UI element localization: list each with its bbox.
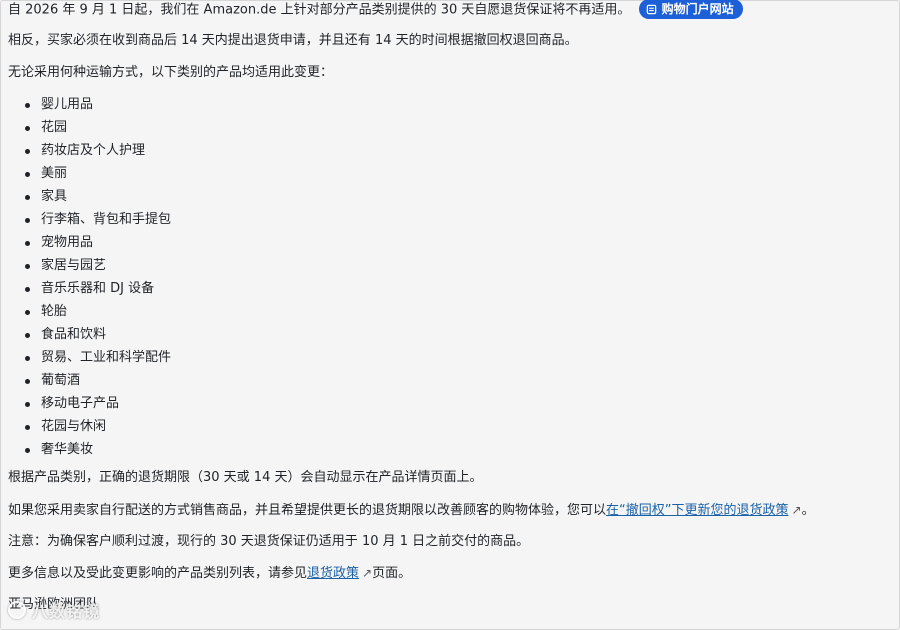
category-label: 婴儿用品 (41, 97, 94, 112)
category-label: 音乐乐器和 DJ 设备 (41, 281, 155, 296)
paragraph-note: 注意：为确保客户顺利过渡，现行的 30 天退货保证仍适用于 10 月 1 日之前… (8, 534, 530, 549)
bullet-icon (25, 218, 30, 223)
intro-line: 自 2026 年 9 月 1 日起，我们在 Amazon.de 上针对部分产品类… (8, 0, 743, 20)
paragraph-return-period: 根据产品类别，正确的退货期限（30 天或 14 天）会自动显示在产品详情页面上。 (8, 470, 483, 485)
paragraph-more-info: 更多信息以及受此变更影响的产品类别列表，请参见退货政策 ↗页面。 (8, 564, 411, 583)
list-item: 奢华美妆 (8, 438, 171, 461)
category-label: 食品和饮料 (41, 327, 107, 342)
category-label: 花园 (41, 120, 68, 135)
category-label: 家具 (41, 189, 68, 204)
bullet-icon (25, 149, 30, 154)
bullet-icon (25, 264, 30, 269)
return-policy-link[interactable]: 退货政策 (307, 566, 359, 581)
affected-categories-list: 婴儿用品 花园 药妆店及个人护理 美丽 家具 行李箱、背包和手提包 宠物用品 家… (8, 93, 171, 461)
bullet-icon (25, 333, 30, 338)
list-item: 宠物用品 (8, 231, 171, 254)
shopping-portal-label: 购物门户网站 (661, 2, 734, 16)
category-label: 葡萄酒 (41, 373, 81, 388)
bullet-icon (25, 402, 30, 407)
list-item: 食品和饮料 (8, 323, 171, 346)
list-item: 移动电子产品 (8, 392, 171, 415)
category-label: 药妆店及个人护理 (41, 143, 146, 158)
list-item: 音乐乐器和 DJ 设备 (8, 277, 171, 300)
list-item: 花园与休闲 (8, 415, 171, 438)
list-item: 贸易、工业和科学配件 (8, 346, 171, 369)
list-item: 轮胎 (8, 300, 171, 323)
category-label: 贸易、工业和科学配件 (41, 350, 172, 365)
bullet-icon (25, 172, 30, 177)
more-info-text: 更多信息以及受此变更影响的产品类别列表，请参见 (8, 566, 308, 581)
bullet-icon (25, 448, 30, 453)
list-item: 行李箱、背包和手提包 (8, 208, 171, 231)
list-item: 婴儿用品 (8, 93, 171, 116)
list-item: 葡萄酒 (8, 369, 171, 392)
list-item: 美丽 (8, 162, 171, 185)
external-link-icon[interactable]: ↗ (362, 566, 372, 580)
paragraph-deadline: 相反，买家必须在收到商品后 14 天内提出退货申请，并且还有 14 天的时间根据… (8, 33, 578, 48)
update-policy-text: 如果您采用卖家自行配送的方式销售商品，并且希望提供更长的退货期限以改善顾客的购物… (8, 503, 607, 518)
bullet-icon (25, 195, 30, 200)
category-label: 移动电子产品 (41, 396, 120, 411)
bullet-icon (25, 310, 30, 315)
category-label: 美丽 (41, 166, 68, 181)
category-label: 宠物用品 (41, 235, 94, 250)
list-item: 花园 (8, 116, 171, 139)
bullet-icon (25, 126, 30, 131)
bullet-icon (25, 103, 30, 108)
category-label: 奢华美妆 (41, 442, 94, 457)
bullet-icon (25, 241, 30, 246)
list-item: 家居与园艺 (8, 254, 171, 277)
paragraph-categories-intro: 无论采用何种运输方式，以下类别的产品均适用此变更： (8, 65, 334, 80)
update-policy-end: 。 (801, 503, 815, 518)
category-label: 行李箱、背包和手提包 (41, 212, 172, 227)
bullet-icon (25, 425, 30, 430)
bullet-icon (25, 287, 30, 292)
paragraph-update-policy: 如果您采用卖家自行配送的方式销售商品，并且希望提供更长的退货期限以改善顾客的购物… (8, 501, 815, 520)
bullet-icon (25, 356, 30, 361)
category-label: 家居与园艺 (41, 258, 107, 273)
update-return-policy-link[interactable]: 在“撤回权”下更新您的退货政策 (606, 503, 788, 518)
signature: 亚马逊欧洲团队 (8, 597, 100, 612)
intro-text: 自 2026 年 9 月 1 日起，我们在 Amazon.de 上针对部分产品类… (8, 2, 631, 18)
external-link-icon[interactable]: ↗ (792, 503, 802, 517)
category-label: 花园与休闲 (41, 419, 107, 434)
shopping-portal-button[interactable]: 购物门户网站 (638, 0, 743, 19)
more-info-end: 页面。 (372, 566, 412, 581)
bullet-icon (25, 379, 30, 384)
list-item: 药妆店及个人护理 (8, 139, 171, 162)
store-icon (646, 4, 656, 14)
list-item: 家具 (8, 185, 171, 208)
category-label: 轮胎 (41, 304, 68, 319)
